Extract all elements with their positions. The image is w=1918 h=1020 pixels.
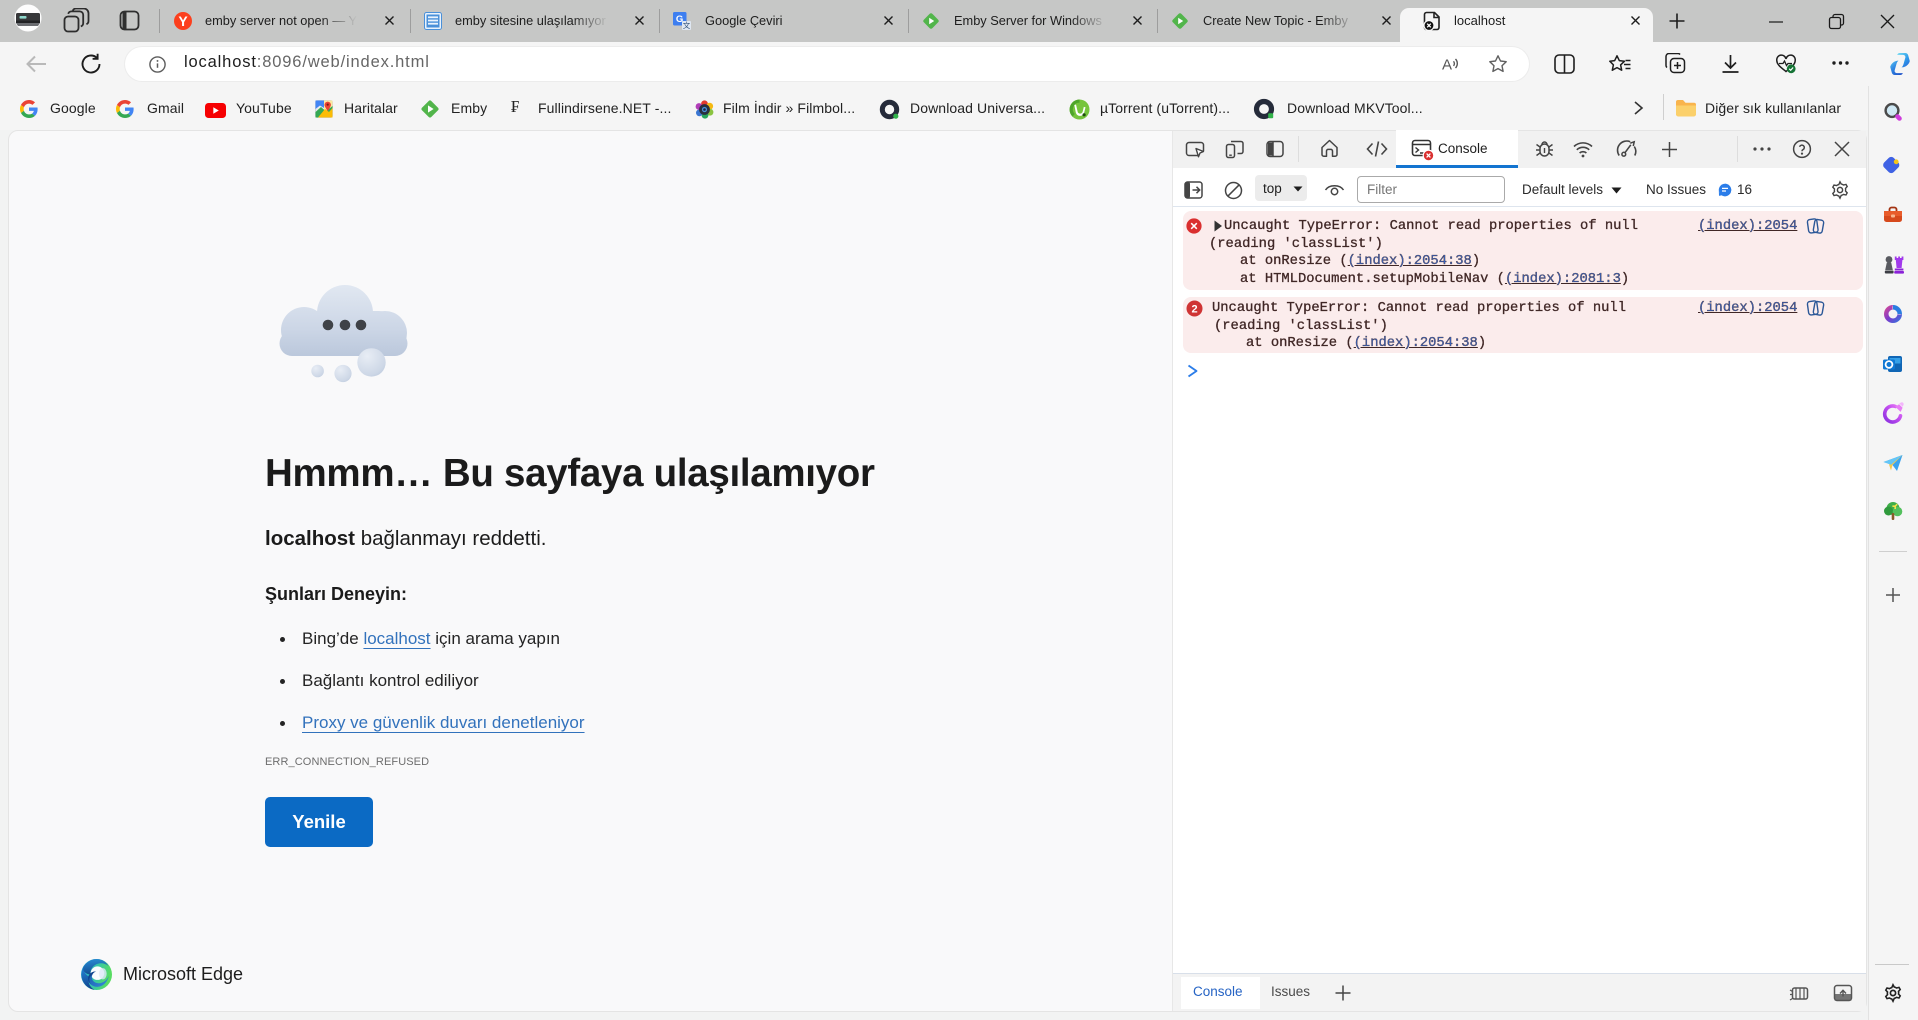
svg-text:2: 2: [1191, 304, 1197, 316]
svg-text:A: A: [1442, 57, 1452, 74]
svg-text:Y: Y: [178, 13, 188, 29]
svg-text:文: 文: [683, 20, 691, 30]
